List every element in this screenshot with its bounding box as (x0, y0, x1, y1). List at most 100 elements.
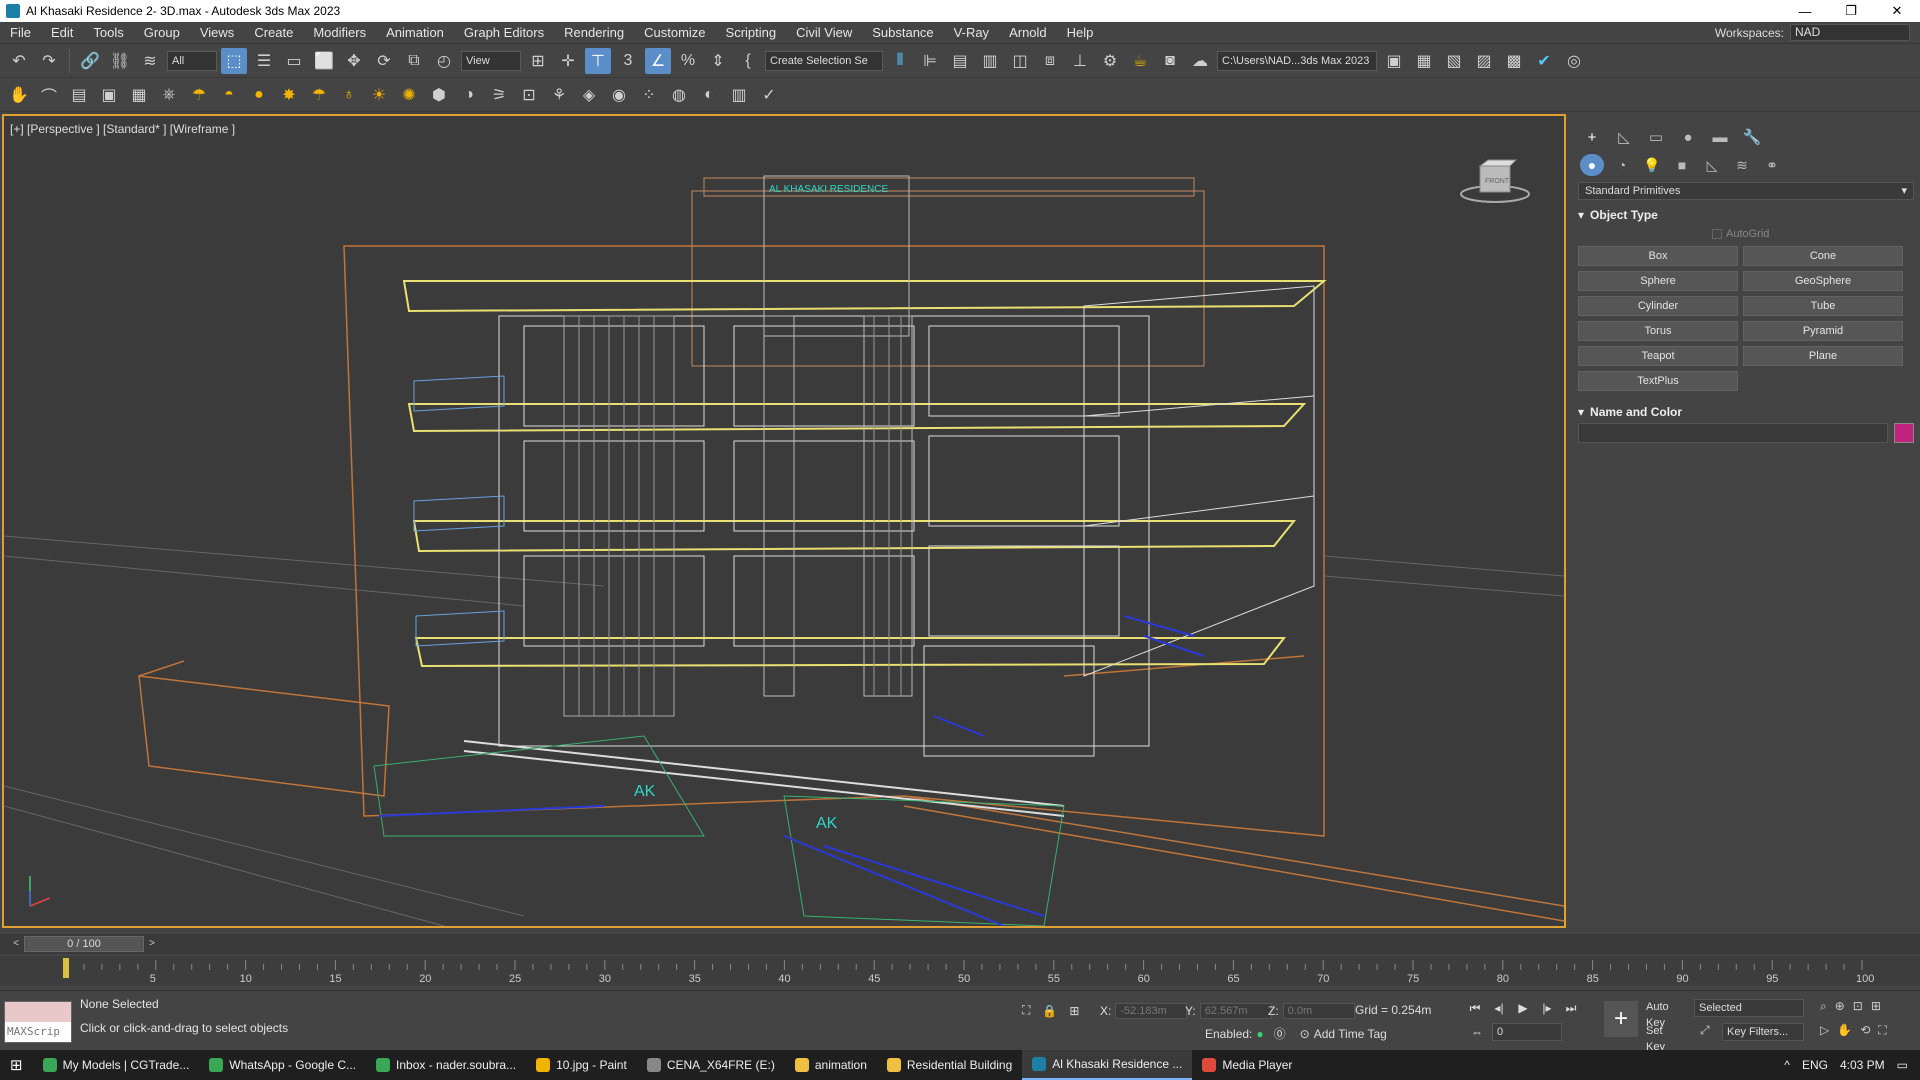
vray-fur-icon[interactable]: ⚞ (486, 82, 512, 108)
time-slider-thumb[interactable]: 0 / 100 (24, 936, 144, 952)
snap-toggle-icon[interactable]: 3 (615, 48, 641, 74)
goto-end-icon[interactable]: ⏭ (1562, 999, 1580, 1017)
x-field[interactable]: -52.183m (1115, 1003, 1188, 1019)
tube-button[interactable]: Tube (1743, 296, 1903, 316)
geometry-icon[interactable]: ● (1580, 154, 1604, 176)
menu-arnold[interactable]: Arnold (999, 22, 1057, 44)
dome-light-icon[interactable]: ◓ (216, 82, 242, 108)
menu-civil-view[interactable]: Civil View (786, 22, 862, 44)
lights-icon[interactable]: 💡 (1640, 154, 1664, 176)
next-key-icon[interactable]: |▸ (1538, 999, 1556, 1017)
scatter-icon[interactable]: ◈ (576, 82, 602, 108)
lightmix-icon[interactable]: ◐ (696, 82, 722, 108)
set-key-big-icon[interactable]: + (1604, 1001, 1638, 1037)
start-button[interactable]: ⊞ (0, 1050, 33, 1080)
track-bar[interactable]: 5 10 15 20 25 30 35 40 45 50 55 60 65 70 75 80 85 90 95 100 (0, 956, 1920, 986)
env-fog-icon[interactable]: ◑ (456, 82, 482, 108)
utilities-tab-icon[interactable]: 🔧 (1740, 126, 1764, 148)
percent-snap-icon[interactable]: % (675, 48, 701, 74)
move-icon[interactable]: ✥ (341, 48, 367, 74)
taskbar-item[interactable]: Residential Building (877, 1050, 1022, 1080)
lock-icon[interactable]: 🔒 (1042, 1004, 1057, 1018)
set-project-icon[interactable]: ▦ (1411, 48, 1437, 74)
align-icon[interactable]: ⊫ (917, 48, 943, 74)
set-key-button[interactable]: Set Key (1642, 1023, 1688, 1053)
project-folder-icon[interactable]: ▣ (1381, 48, 1407, 74)
populate-icon[interactable]: ⌒ (36, 82, 62, 108)
current-frame-marker[interactable] (63, 958, 69, 978)
close-button[interactable]: ✕ (1874, 0, 1920, 22)
key-mode-toggle-icon[interactable]: ⤢ (1700, 1023, 1710, 1038)
systems-icon[interactable]: ⚭ (1760, 154, 1784, 176)
menu-modifiers[interactable]: Modifiers (303, 22, 376, 44)
minimize-button[interactable]: — (1782, 0, 1828, 22)
plane-button[interactable]: Plane (1743, 346, 1903, 366)
perspective-viewport[interactable]: [+] [Perspective ] [Standard* ] [Wirefra… (2, 114, 1566, 928)
maximize-viewport-icon[interactable]: ⛶ (1878, 1023, 1886, 1038)
menu-file[interactable]: File (0, 22, 41, 44)
zoom-icon[interactable]: ⌕ (1820, 999, 1827, 1014)
selection-filter-select[interactable]: All (167, 50, 217, 71)
next-frame-icon[interactable]: > (144, 936, 160, 952)
current-frame-field[interactable]: 0 (1492, 1023, 1562, 1041)
box-tool-icon[interactable]: ▣ (96, 82, 122, 108)
camera-tool-icon[interactable]: ⎈ (156, 82, 182, 108)
z-field[interactable]: 0.0m (1282, 1003, 1355, 1019)
undo-icon[interactable]: ↶ (6, 48, 32, 74)
scale-icon[interactable]: ⧉ (401, 48, 427, 74)
viewcube-icon[interactable]: FRONT (1460, 156, 1530, 206)
viewcube[interactable]: FRONT (1460, 156, 1530, 206)
publish-icon[interactable]: ▧ (1441, 48, 1467, 74)
modify-tab-icon[interactable]: ◺ (1612, 126, 1636, 148)
bind-spacewarp-icon[interactable]: ≋ (137, 48, 163, 74)
taskbar-item[interactable]: animation (785, 1050, 877, 1080)
menu-rendering[interactable]: Rendering (554, 22, 634, 44)
pan-icon[interactable]: ✋ (1837, 1023, 1852, 1038)
pivot-center-icon[interactable]: ⊞ (525, 48, 551, 74)
object-type-rollout[interactable]: ▾ Object Type (1578, 208, 1914, 222)
stats-icon[interactable]: ▥ (726, 82, 752, 108)
enabled-dot-icon[interactable]: ● (1256, 1027, 1263, 1041)
vfb-icon[interactable]: ◍ (666, 82, 692, 108)
rect-selection-icon[interactable]: ▭ (281, 48, 307, 74)
decal-icon[interactable]: ⊡ (516, 82, 542, 108)
menu-animation[interactable]: Animation (376, 22, 454, 44)
scene-explorer-icon[interactable]: ▥ (977, 48, 1003, 74)
menu-help[interactable]: Help (1057, 22, 1104, 44)
window-crossing-icon[interactable]: ⬜ (311, 48, 337, 74)
ies-light-icon[interactable]: ☂ (306, 82, 332, 108)
goto-start-icon[interactable]: ⏮ (1466, 999, 1484, 1017)
teapot-button[interactable]: Teapot (1578, 346, 1738, 366)
taskbar-item[interactable]: Media Player (1192, 1050, 1302, 1080)
mirror-icon[interactable]: ⫴ (887, 48, 913, 74)
material-sphere-icon[interactable]: ◉ (606, 82, 632, 108)
cylinder-button[interactable]: Cylinder (1578, 296, 1738, 316)
taskbar-item[interactable]: Al Khasaki Residence ... (1022, 1050, 1193, 1080)
link-icon[interactable]: 🔗 (77, 48, 103, 74)
maxscript-listener[interactable]: MAXScrip (4, 1001, 72, 1043)
hierarchy-tab-icon[interactable]: ▭ (1644, 126, 1668, 148)
share-icon[interactable]: ▨ (1471, 48, 1497, 74)
schematic-view-icon[interactable]: ⧈ (1037, 48, 1063, 74)
rotate-icon[interactable]: ⟳ (371, 48, 397, 74)
reference-coord-select[interactable]: View (461, 50, 521, 71)
primitive-category-select[interactable]: Standard Primitives (1578, 182, 1914, 200)
menu-vray[interactable]: V-Ray (944, 22, 999, 44)
manipulate-icon[interactable]: ✛ (555, 48, 581, 74)
tray-chevron-icon[interactable]: ^ (1784, 1058, 1790, 1072)
viewport-settings-icon[interactable]: ▩ (1501, 48, 1527, 74)
named-selection-icon[interactable]: { (735, 48, 761, 74)
taskbar-item[interactable]: CENA_X64FRE (E:) (637, 1050, 785, 1080)
prev-frame-icon[interactable]: < (8, 936, 24, 952)
textplus-button[interactable]: TextPlus (1578, 371, 1738, 391)
display-tab-icon[interactable]: ▬ (1708, 126, 1732, 148)
project-path-select[interactable]: C:\Users\NAD...3ds Max 2023 (1217, 50, 1377, 71)
restore-button[interactable]: ❐ (1828, 0, 1874, 22)
render-frame-icon[interactable]: ☕ (1127, 48, 1153, 74)
orbit-icon[interactable]: ⟲ (1860, 1023, 1870, 1038)
box-button[interactable]: Box (1578, 246, 1738, 266)
key-selection-select[interactable]: Selected (1694, 999, 1804, 1017)
menu-graph-editors[interactable]: Graph Editors (454, 22, 554, 44)
sphere-button[interactable]: Sphere (1578, 271, 1738, 291)
layer-explorer-icon[interactable]: ▤ (947, 48, 973, 74)
